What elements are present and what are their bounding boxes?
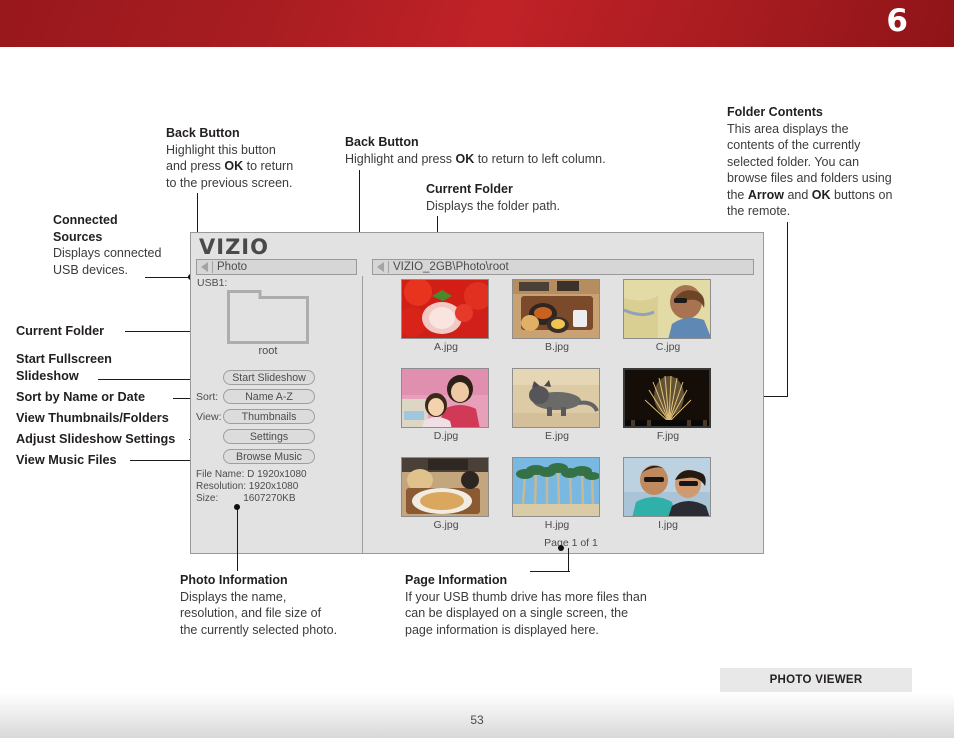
label-adjust-slideshow-settings: Adjust Slideshow Settings (16, 432, 176, 446)
tv-photo-viewer-screen: VIZIO Photo VIZIO_2GB\Photo\root USB1: r… (190, 232, 764, 554)
breadcrumb-current-folder-path[interactable]: VIZIO_2GB\Photo\root (372, 259, 754, 275)
callout-back-button-center-body: Highlight and press OK to return to left… (345, 151, 606, 166)
thumbnail-image-strawberries[interactable] (401, 279, 489, 339)
tv-left-column: USB1: root Start Slideshow Sort: Name A-… (191, 276, 361, 554)
thumbnail-image-pasta-plate[interactable] (401, 457, 489, 517)
thumbnail-label: D.jpg (433, 430, 459, 442)
label-view-thumbnails-folders: View Thumbnails/Folders (16, 411, 169, 425)
sort-prefix-label: Sort: (196, 391, 219, 403)
thumbnail-image-cat[interactable] (512, 368, 600, 428)
leader-dot-page-information (558, 545, 564, 551)
callout-folder-contents: Folder Contents This area displays the c… (727, 104, 899, 220)
leader-dot-photo-information (234, 504, 240, 510)
back-arrow-icon-left[interactable] (201, 262, 208, 272)
thumbnail-label: A.jpg (434, 341, 458, 353)
leader-line-folder-contents-v (787, 222, 788, 397)
sort-button[interactable]: Name A-Z (223, 389, 315, 404)
section-tab: PHOTO VIEWER (720, 668, 912, 692)
thumbnail-grid: A.jpg B.jpg C.jpg D.jpg E.jpg F.jpg G.jp… (391, 279, 751, 531)
breadcrumb-path-text: VIZIO_2GB\Photo\root (393, 261, 509, 273)
label-sort-by-name-or-date: Sort by Name or Date (16, 390, 146, 404)
callout-folder-contents-body: This area displays the contents of the c… (727, 121, 893, 219)
callout-back-button-left-body: Highlight this button and press OK to ret… (166, 142, 294, 190)
thumbnail-label: E.jpg (545, 430, 569, 442)
thumbnail-item[interactable]: A.jpg (401, 279, 491, 353)
thumbnail-image-couple-selfie[interactable] (623, 457, 711, 517)
callout-connected-sources-title: Connected Sources (53, 213, 118, 244)
thumbnail-item[interactable]: I.jpg (623, 457, 713, 531)
callout-page-information: Page Information If your USB thumb drive… (405, 572, 655, 638)
callout-back-button-left: Back Button Highlight this button and pre… (166, 125, 341, 191)
back-arrow-icon-right[interactable] (377, 262, 384, 272)
start-slideshow-button[interactable]: Start Slideshow (223, 370, 315, 385)
view-button[interactable]: Thumbnails (223, 409, 315, 424)
callout-current-folder-top-title: Current Folder (426, 182, 513, 196)
callout-page-information-body: If your USB thumb drive has more files t… (405, 589, 647, 637)
breadcrumb-separator-left (212, 261, 213, 273)
callout-photo-information: Photo Information Displays the name, res… (180, 572, 340, 638)
page-info-text: Page 1 of 1 (544, 537, 598, 549)
section-tab-label: PHOTO VIEWER (769, 674, 863, 686)
thumbnail-label: B.jpg (545, 341, 569, 353)
breadcrumb-left-column[interactable]: Photo (196, 259, 357, 275)
callout-connected-sources-body: Displays connected USB devices. (53, 246, 162, 277)
thumbnail-item[interactable]: H.jpg (512, 457, 602, 531)
thumbnail-item[interactable]: C.jpg (623, 279, 713, 353)
folder-icon[interactable] (227, 290, 309, 344)
callout-back-button-center-title: Back Button (345, 135, 419, 149)
file-name-info: File Name: D 1920x1080 (196, 469, 307, 480)
thumbnail-item[interactable]: B.jpg (512, 279, 602, 353)
folder-name-label: root (258, 345, 278, 357)
callout-connected-sources: Connected Sources Displays connected USB… (53, 212, 163, 278)
thumbnail-item[interactable]: E.jpg (512, 368, 602, 442)
leader-line-connected-sources (145, 277, 190, 278)
label-view-music-files: View Music Files (16, 453, 117, 467)
label-start-fullscreen-slideshow-line2: Slideshow (16, 369, 79, 383)
label-start-fullscreen-slideshow-line1: Start Fullscreen (16, 352, 112, 366)
chapter-number: 6 (886, 3, 908, 39)
callout-current-folder-top: Current Folder Displays the folder path. (426, 181, 656, 214)
callout-current-folder-top-body: Displays the folder path. (426, 198, 561, 213)
browse-music-button[interactable]: Browse Music (223, 449, 315, 464)
callout-back-button-center: Back Button Highlight and press OK to re… (345, 134, 675, 167)
column-divider (362, 276, 363, 554)
vizio-logo: VIZIO (199, 235, 269, 259)
settings-button[interactable]: Settings (223, 429, 315, 444)
callout-photo-information-title: Photo Information (180, 573, 288, 587)
chapter-header-bar: 6 (0, 0, 954, 47)
thumbnail-label: F.jpg (656, 430, 680, 442)
file-size-info: Size: 1607270KB (196, 493, 296, 504)
thumbnail-image-fireworks[interactable] (623, 368, 711, 428)
breadcrumb-left-text: Photo (217, 261, 248, 273)
callout-folder-contents-title: Folder Contents (727, 105, 823, 119)
thumbnail-item[interactable]: G.jpg (401, 457, 491, 531)
leader-line-page-information-v (568, 548, 569, 572)
thumbnail-image-woman-beach[interactable] (623, 279, 711, 339)
thumbnail-label: G.jpg (433, 519, 459, 531)
view-prefix-label: View: (196, 411, 222, 423)
thumbnail-item[interactable]: D.jpg (401, 368, 491, 442)
thumbnail-label: I.jpg (658, 519, 678, 531)
thumbnail-item-selected[interactable]: F.jpg (623, 368, 713, 442)
thumbnail-label: H.jpg (544, 519, 570, 531)
usb-source-label: USB1: (197, 277, 228, 289)
callout-page-information-title: Page Information (405, 573, 508, 587)
label-current-folder: Current Folder (16, 324, 105, 338)
callout-back-button-left-title: Back Button (166, 126, 240, 140)
breadcrumb-separator-right (388, 261, 389, 273)
leader-line-photo-information (237, 506, 238, 571)
page-number: 53 (470, 713, 484, 727)
thumbnail-image-two-girls[interactable] (401, 368, 489, 428)
thumbnail-image-meal-tray[interactable] (512, 279, 600, 339)
thumbnail-label: C.jpg (655, 341, 681, 353)
callout-photo-information-body: Displays the name, resolution, and file … (180, 589, 338, 637)
thumbnail-image-palm-trees[interactable] (512, 457, 600, 517)
file-resolution-info: Resolution: 1920x1080 (196, 481, 299, 492)
